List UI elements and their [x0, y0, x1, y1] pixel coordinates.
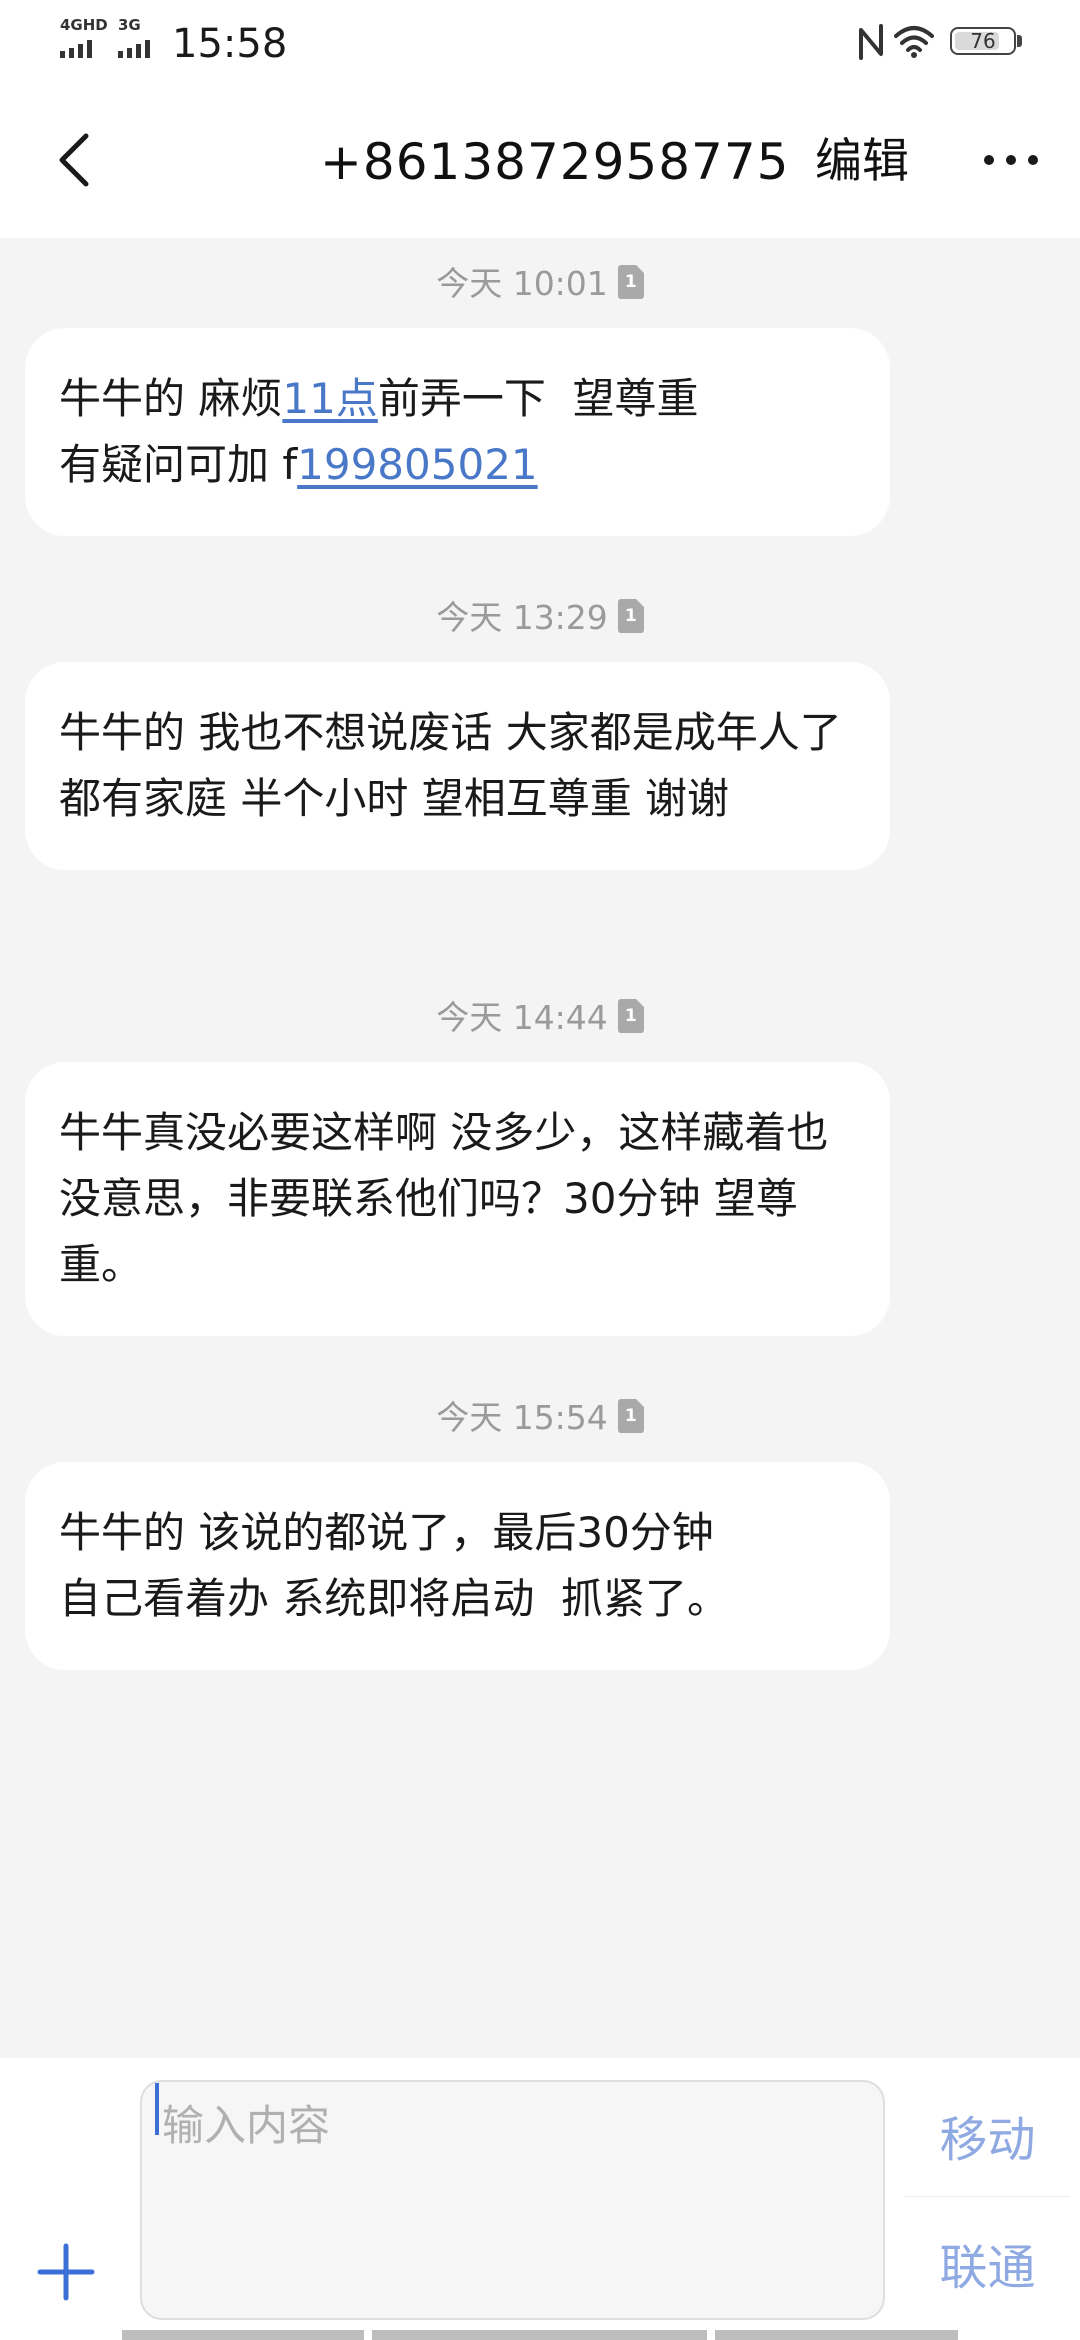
timestamp-text: 今天 15:54	[436, 1398, 608, 1437]
timestamp-text: 今天 14:44	[436, 998, 608, 1037]
message-timestamp: 今天 13:29 1	[0, 596, 1080, 640]
message-bubble[interactable]: 牛牛真没必要这样啊 没多少，这样藏着也没意思，非要联系他们吗？30分钟 望尊重。	[25, 1062, 890, 1336]
battery-level: 76	[970, 29, 996, 53]
message-input[interactable]	[140, 2080, 885, 2320]
sim-card-icon: 1	[617, 1399, 644, 1433]
message-text: 牛牛的 该说的都说了，最后30分钟 自己看着办 系统即将启动 抓紧了。	[59, 1508, 730, 1623]
nav-bar-segment	[122, 2330, 364, 2340]
sim-card-icon: 1	[617, 599, 644, 633]
message-text: 牛牛的 我也不想说废话 大家都是成年人了 都有家庭 半个小时 望相互尊重 谢谢	[59, 708, 842, 823]
message-list[interactable]: 今天 10:01 1 牛牛的 麻烦11点前弄一下 望尊重 有疑问可加 f19980…	[0, 238, 1080, 2058]
nav-bar-segment	[715, 2330, 958, 2340]
message-timestamp: 今天 14:44 1	[0, 996, 1080, 1040]
battery-tip	[1017, 35, 1022, 47]
sim-number: 1	[624, 1006, 637, 1026]
network-type-2: 3G	[118, 16, 141, 34]
edit-button[interactable]: 编辑	[815, 130, 909, 194]
conversation-title: +8613872958775	[320, 133, 790, 191]
sim-card-icon: 1	[617, 265, 644, 299]
sim-card-icon: 1	[617, 999, 644, 1033]
sim-number: 1	[624, 606, 637, 626]
nav-bar-segment	[372, 2330, 707, 2340]
message-bubble[interactable]: 牛牛的 我也不想说废话 大家都是成年人了 都有家庭 半个小时 望相互尊重 谢谢	[25, 662, 890, 870]
title-bar: +8613872958775 编辑	[0, 90, 1080, 238]
wifi-icon	[894, 26, 934, 58]
message-timestamp: 今天 10:01 1	[0, 262, 1080, 306]
network-type-1: 4GHD	[60, 16, 108, 34]
send-sim1-button[interactable]: 移动	[905, 2080, 1070, 2200]
more-horizontal-icon	[984, 155, 1038, 165]
message-timestamp: 今天 15:54 1	[0, 1396, 1080, 1440]
timestamp-text: 今天 10:01	[436, 264, 608, 303]
text-cursor	[155, 2083, 159, 2135]
message-bubble[interactable]: 牛牛的 该说的都说了，最后30分钟 自己看着办 系统即将启动 抓紧了。	[25, 1462, 890, 1670]
battery-icon: 76	[950, 27, 1016, 55]
back-button[interactable]	[40, 120, 120, 200]
timestamp-text: 今天 13:29	[436, 598, 608, 637]
status-bar: 4GHD 3G 15:58 76	[0, 0, 1080, 90]
sim-number: 1	[624, 272, 637, 292]
more-button[interactable]	[975, 120, 1055, 200]
chevron-left-icon	[59, 133, 89, 187]
message-text: 牛牛的 麻烦	[59, 374, 283, 423]
message-link-number[interactable]: 199805021	[297, 440, 538, 489]
composer-bar: 移动 联通	[0, 2058, 1080, 2340]
plus-icon	[37, 2243, 95, 2301]
status-time: 15:58	[172, 21, 288, 67]
sms-conversation-screen: 4GHD 3G 15:58 76 +8613872958775 编辑 今天 10…	[0, 0, 1080, 2340]
nfc-icon	[859, 24, 883, 60]
sim-number: 1	[624, 1406, 637, 1426]
send-divider	[905, 2196, 1070, 2197]
send-sim2-button[interactable]: 联通	[905, 2208, 1070, 2328]
message-text: 牛牛真没必要这样啊 没多少，这样藏着也没意思，非要联系他们吗？30分钟 望尊重。	[59, 1108, 829, 1289]
message-link-time[interactable]: 11点	[282, 374, 377, 423]
attach-button[interactable]	[34, 2240, 98, 2304]
message-bubble[interactable]: 牛牛的 麻烦11点前弄一下 望尊重 有疑问可加 f199805021	[25, 328, 890, 536]
